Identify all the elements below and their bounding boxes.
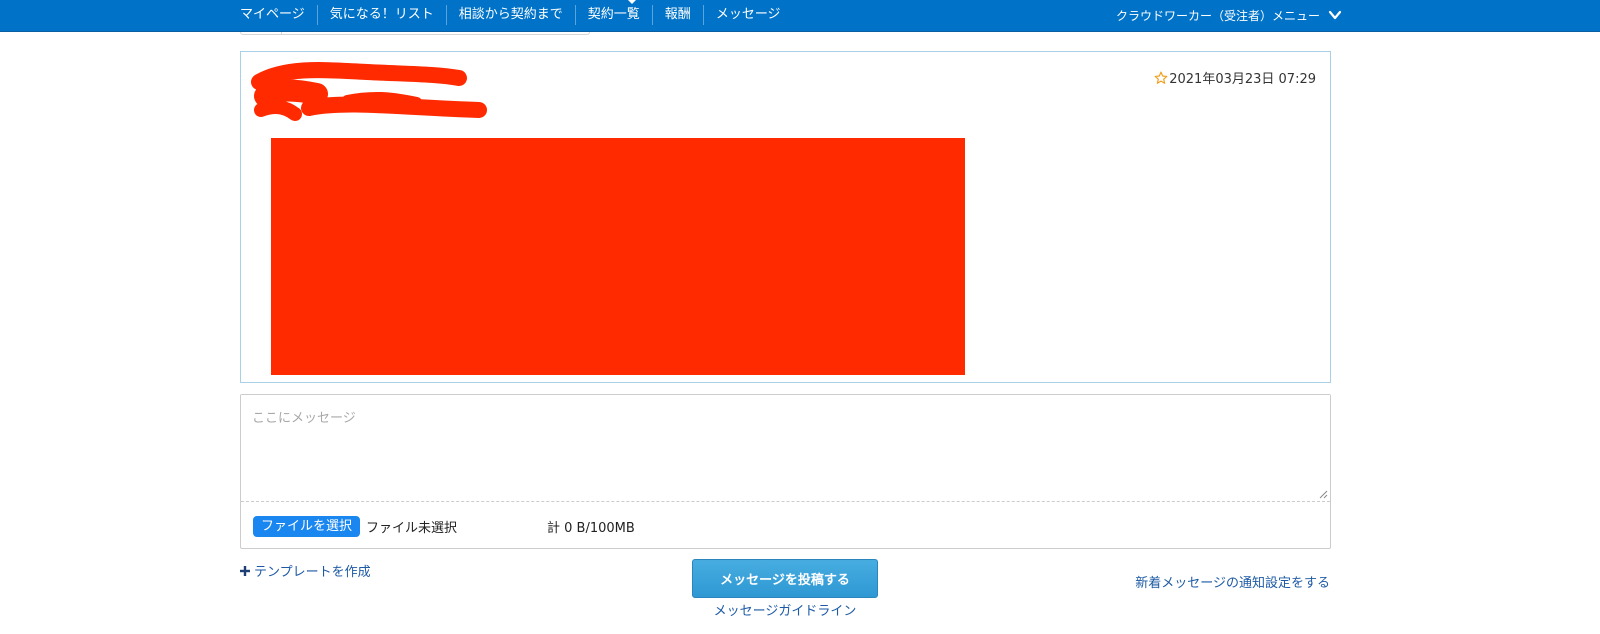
nav-item-mypage[interactable]: マイページ xyxy=(240,5,317,25)
nav-item-rewards[interactable]: 報酬 xyxy=(651,5,703,25)
redacted-sender-name xyxy=(251,62,487,121)
nav-item-favorites[interactable]: 気になる！リスト xyxy=(316,5,446,25)
message-card: 2021年03月23日 07:29 xyxy=(240,51,1331,383)
post-message-button[interactable]: メッセージを投稿する xyxy=(692,559,878,598)
plus-icon xyxy=(240,565,250,576)
star-icon[interactable] xyxy=(1154,71,1168,85)
notification-settings-link[interactable]: 新着メッセージの通知設定をする xyxy=(1135,572,1330,591)
create-template-label: テンプレートを作成 xyxy=(254,565,371,580)
nav-item-contracts[interactable]: 契約一覧 xyxy=(574,5,652,25)
message-timestamp: 2021年03月23日 07:29 xyxy=(1154,68,1316,87)
file-status: ファイル未選択 xyxy=(366,520,458,536)
user-menu[interactable]: クラウドワーカー（受注者）メニュー xyxy=(1116,0,1342,30)
file-size-total: 計 0 B/100MB xyxy=(547,521,635,536)
timestamp-text: 2021年03月23日 07:29 xyxy=(1169,72,1316,87)
choose-file-button[interactable]: ファイルを選択 xyxy=(253,515,361,537)
nav-item-consult-to-contract[interactable]: 相談から契約まで xyxy=(445,5,575,25)
redacted-message-body xyxy=(271,138,965,375)
message-input[interactable] xyxy=(241,395,1330,502)
create-template-link[interactable]: テンプレートを作成 xyxy=(240,561,371,580)
file-attachment-row: ファイルを選択 ファイル未選択 xyxy=(253,515,457,537)
message-composer: ファイルを選択 ファイル未選択 計 0 B/100MB xyxy=(240,394,1331,549)
user-menu-label: クラウドワーカー（受注者）メニュー xyxy=(1115,8,1320,23)
active-nav-caret xyxy=(628,0,636,4)
nav-item-messages[interactable]: メッセージ xyxy=(702,5,793,25)
chevron-down-icon xyxy=(1328,10,1342,20)
previous-element-edge xyxy=(240,32,590,35)
top-navbar: マイページ 気になる！リスト 相談から契約まで 契約一覧 報酬 メッセージ クラ… xyxy=(0,0,1600,32)
resize-grip-icon[interactable] xyxy=(1319,490,1328,499)
main-nav: マイページ 気になる！リスト 相談から契約まで 契約一覧 報酬 メッセージ xyxy=(240,0,793,30)
message-guideline-link[interactable]: メッセージガイドライン xyxy=(692,600,878,619)
